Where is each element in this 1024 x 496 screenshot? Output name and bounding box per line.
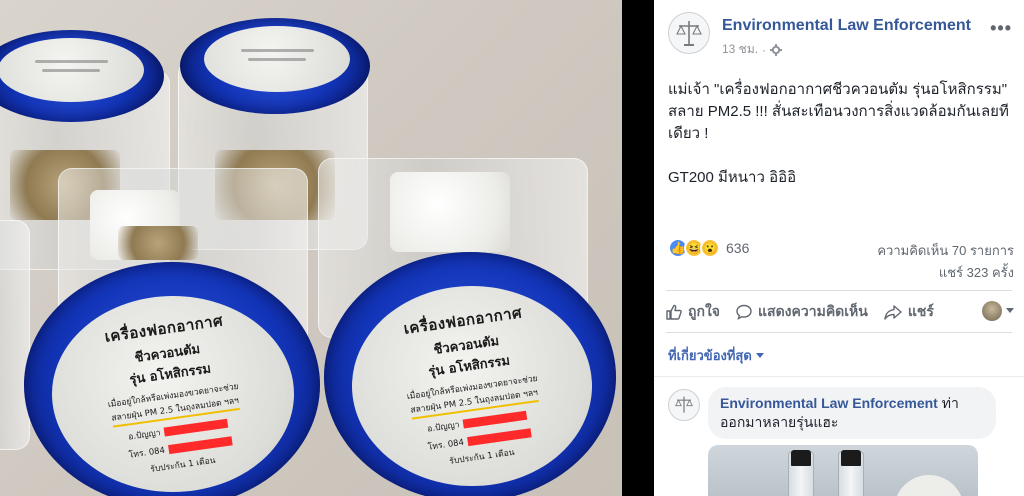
product-label-left: เครื่องฟอกอากาศ ชีวควอนตัม รุ่น อโหสิกรร…	[52, 296, 294, 492]
meta-separator: ·	[762, 42, 767, 57]
scales-icon	[675, 396, 693, 413]
comment-author-link[interactable]: Environmental Law Enforcement	[720, 395, 938, 411]
divider	[666, 290, 1012, 291]
redaction-bar	[168, 435, 233, 454]
divider	[666, 332, 1012, 333]
post-text-paragraph: GT200 มีหนาว อิอิอิ	[668, 169, 797, 186]
like-label: ถูกใจ	[688, 303, 720, 319]
chevron-down-icon	[755, 352, 764, 358]
post-timestamp[interactable]: 13 ชม.	[722, 40, 758, 59]
comments-count-link[interactable]: ความคิดเห็น 70 รายการ	[877, 240, 1014, 261]
scales-icon	[676, 21, 702, 46]
jar-edge-left	[0, 220, 30, 450]
redaction-bar	[462, 410, 528, 429]
reactions-bar: 👍 😆 😮 636 ความคิดเห็น 70 รายการ แชร์ 323…	[668, 238, 1014, 282]
post-meta: 13 ชม. ·	[722, 40, 783, 59]
shares-count-link[interactable]: แชร์ 323 ครั้ง	[939, 262, 1014, 283]
comment-item: Environmental Law Enforcement ท่าออกมาหล…	[654, 376, 1024, 496]
comment-label: แสดงความคิดเห็น	[758, 303, 868, 319]
comment-sort-dropdown[interactable]: ที่เกี่ยวข้องที่สุด	[668, 345, 764, 366]
comment-sort-label: ที่เกี่ยวข้องที่สุด	[668, 348, 752, 363]
comment-photo[interactable]	[708, 445, 978, 496]
product-label-right: เครื่องฟอกอากาศ ชีวควอนตัม รุ่น อโหสิกรร…	[352, 286, 592, 486]
label-maker: อ.ปัญญา	[426, 420, 461, 435]
like-button[interactable]: ถูกใจ	[666, 301, 720, 323]
more-options-button[interactable]: •••	[990, 18, 1012, 39]
page-avatar[interactable]	[668, 12, 710, 54]
post-text-paragraph: แม่เจ้า "เครื่องฟอกอากาศชีวควอนตัม รุ่นอ…	[668, 81, 1009, 142]
avatar	[982, 301, 1002, 321]
share-arrow-icon	[884, 305, 902, 320]
redaction-bar	[467, 427, 532, 446]
reaction-count[interactable]: 636	[726, 240, 749, 256]
reaction-summary[interactable]: 👍 😆 😮 636	[668, 238, 749, 258]
comment-icon	[736, 304, 752, 320]
wow-icon: 😮	[700, 238, 720, 258]
chevron-down-icon	[1006, 308, 1014, 313]
post-actions: ถูกใจ แสดงความคิดเห็น แชร์	[666, 297, 1014, 327]
commenter-avatar[interactable]	[668, 389, 700, 421]
share-label: แชร์	[907, 303, 934, 319]
post-body: แม่เจ้า "เครื่องฟอกอากาศชีวควอนตัม รุ่นอ…	[668, 79, 1018, 211]
page-name-link[interactable]: Environmental Law Enforcement	[722, 17, 971, 35]
share-button[interactable]: แชร์	[884, 301, 934, 323]
gear-icon[interactable]	[770, 43, 783, 56]
bottle-image	[788, 450, 814, 496]
redaction-bar	[163, 418, 229, 437]
label-phone: โทร. 084	[128, 445, 166, 461]
post-photo[interactable]: เครื่องฟอกอากาศ ชีวควอนตัม รุ่น อโหสิกรร…	[0, 0, 622, 496]
bottle-image	[838, 450, 864, 496]
audience-selector[interactable]	[982, 301, 1014, 321]
comment-bubble: Environmental Law Enforcement ท่าออกมาหล…	[708, 387, 996, 439]
post-side-panel: Environmental Law Enforcement 13 ชม. · •…	[654, 0, 1024, 496]
jar-lid-image	[894, 475, 964, 496]
post-header: Environmental Law Enforcement 13 ชม. · •…	[668, 12, 1014, 58]
label-maker: อ.ปัญญา	[127, 428, 162, 443]
thumbs-up-icon	[666, 304, 682, 320]
label-phone: โทร. 084	[427, 437, 465, 453]
comment-button[interactable]: แสดงความคิดเห็น	[736, 301, 868, 323]
